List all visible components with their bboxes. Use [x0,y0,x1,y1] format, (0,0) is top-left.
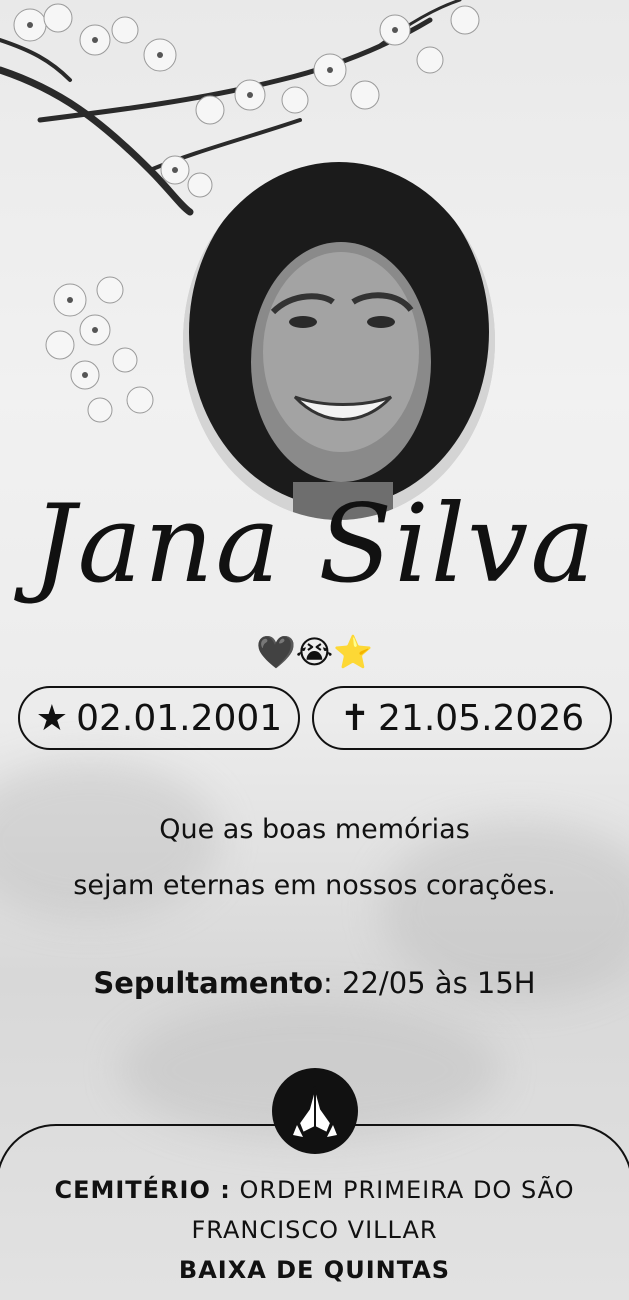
birth-date: 02.01.2001 [76,697,283,739]
deceased-name: Jana Silva [32,482,597,607]
star-icon: ★ [35,697,69,739]
message-line-1: Que as boas memórias [159,814,470,845]
emoji-row: 🖤😭⭐ [255,633,374,671]
birth-date-pill: ★ 02.01.2001 [18,686,300,750]
praying-hands-graphic [293,1086,337,1137]
cemetery-name-line2: FRANCISCO VILLAR [191,1216,438,1244]
cross-icon: ✝ [339,697,371,739]
message-line-2: sejam eternas em nossos corações. [73,870,556,901]
praying-hands-icon [272,1068,358,1154]
cemetery-label: CEMITÉRIO : [54,1176,231,1204]
portrait-photo [183,162,495,520]
portrait-image [183,162,495,520]
memorial-card: Jana Silva 🖤😭⭐ ★ 02.01.2001 ✝ 21.05.2026… [0,0,629,1300]
burial-value: : 22/05 às 15H [323,966,536,1000]
death-date-pill: ✝ 21.05.2026 [312,686,612,750]
cemetery-line-1: CEMITÉRIO : ORDEM PRIMEIRA DO SÃO [0,1176,629,1204]
death-date: 21.05.2026 [378,697,585,739]
burial-info: Sepultamento: 22/05 às 15H [0,966,629,1000]
cemetery-name-line1: ORDEM PRIMEIRA DO SÃO [239,1176,575,1204]
burial-label: Sepultamento [93,966,324,1000]
cemetery-district: BAIXA DE QUINTAS [178,1256,451,1284]
